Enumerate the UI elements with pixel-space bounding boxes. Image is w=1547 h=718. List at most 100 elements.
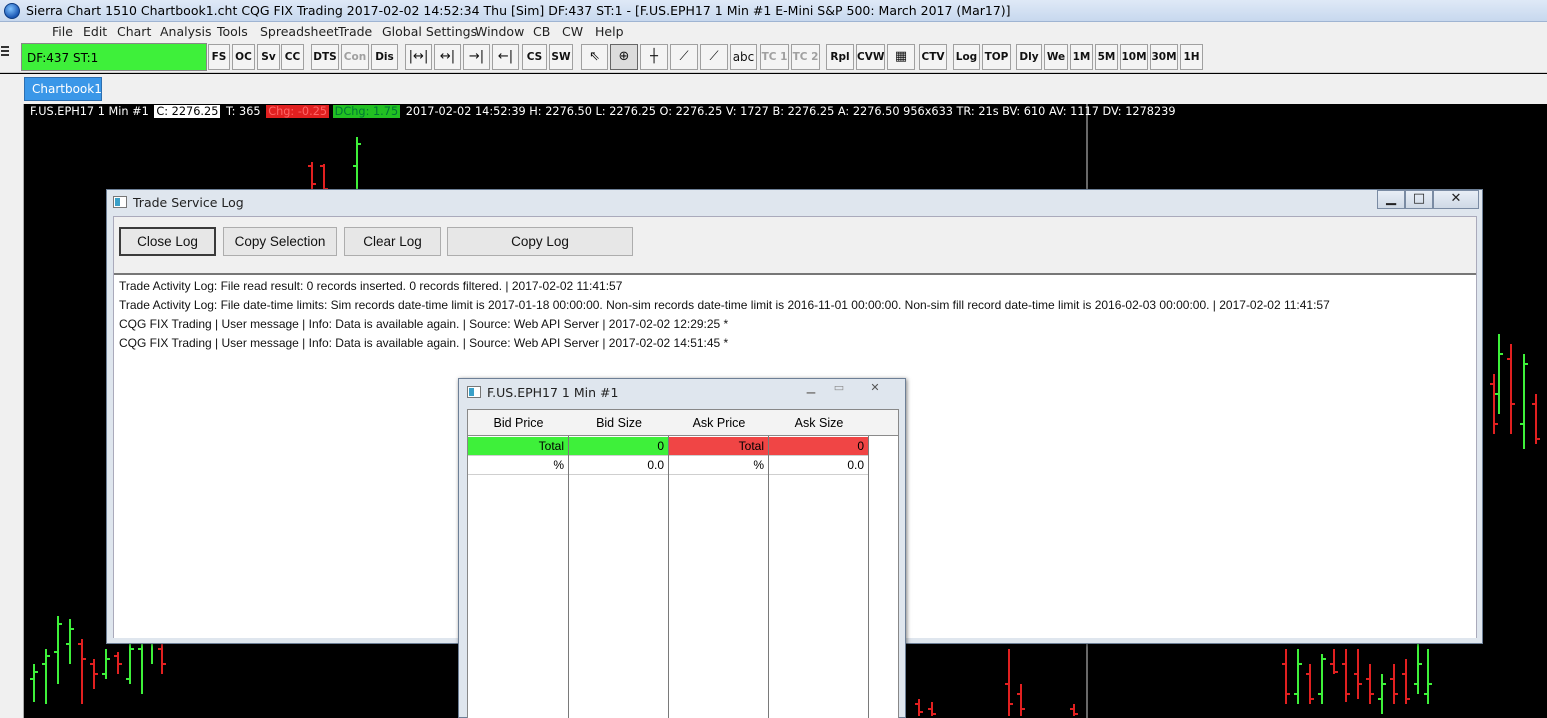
- 5m-button[interactable]: 5M: [1095, 44, 1118, 70]
- menu-edit[interactable]: Edit: [83, 24, 107, 39]
- header-ask-size[interactable]: Ask Size: [769, 410, 869, 436]
- ohlc-bar: [1507, 344, 1515, 434]
- fs-button[interactable]: FS: [208, 44, 230, 70]
- table-tool-icon[interactable]: ▦: [887, 44, 915, 70]
- dom-window-title: F.US.EPH17 1 Min #1: [487, 385, 619, 400]
- header-ask-price[interactable]: Ask Price: [669, 410, 769, 436]
- header-bid-size[interactable]: Bid Size: [569, 410, 669, 436]
- ohlc-bar: [114, 652, 122, 674]
- 30m-button[interactable]: 30M: [1150, 44, 1178, 70]
- cs-button[interactable]: CS: [522, 44, 547, 70]
- cc-button[interactable]: CC: [281, 44, 304, 70]
- menu-tools[interactable]: Tools: [217, 24, 248, 39]
- bid-percent-value: 0.0: [569, 456, 668, 475]
- ohlc-bar: [90, 659, 98, 689]
- 10m-button[interactable]: 10M: [1120, 44, 1148, 70]
- menu-cw[interactable]: CW: [562, 24, 583, 39]
- menu-global-settings[interactable]: Global Settings: [382, 24, 477, 39]
- bid-percent-label: %: [468, 456, 568, 475]
- ctv-button[interactable]: CTV: [919, 44, 947, 70]
- expand-icon[interactable]: ←|→: [492, 44, 519, 88]
- restore-icon[interactable]: ▭: [827, 381, 851, 397]
- scale-right-icon[interactable]: ↔|: [434, 44, 461, 70]
- con-button[interactable]: Con: [341, 44, 369, 70]
- cvw-button[interactable]: CVW: [856, 44, 885, 70]
- ohlc-bar: [1306, 664, 1314, 704]
- pointer-icon[interactable]: ⇖: [581, 44, 608, 70]
- copy-selection-button[interactable]: Copy Selection: [223, 227, 337, 256]
- ohlc-bar: [1414, 644, 1422, 694]
- sv-button[interactable]: Sv: [257, 44, 280, 70]
- copy-log-button[interactable]: Copy Log: [447, 227, 633, 256]
- ray-tool-icon[interactable]: ⟋: [700, 44, 728, 70]
- close-icon[interactable]: ✕: [1433, 190, 1479, 209]
- ohlc-bar: [158, 644, 166, 674]
- tc1-button[interactable]: TC 1: [760, 44, 789, 70]
- ohlc-bar: [102, 649, 110, 679]
- header-bid-price[interactable]: Bid Price: [468, 410, 569, 436]
- menu-window[interactable]: Window: [475, 24, 524, 39]
- ohlc-bar: [1495, 334, 1503, 414]
- ohlc-bar: [126, 644, 134, 684]
- ohlc-bar: [1532, 394, 1540, 444]
- tc2-button[interactable]: TC 2: [791, 44, 820, 70]
- menu-spreadsheet[interactable]: Spreadsheet: [260, 24, 339, 39]
- menu-analysis[interactable]: Analysis: [160, 24, 212, 39]
- menu-trade[interactable]: Trade: [338, 24, 372, 39]
- menu-cb[interactable]: CB: [533, 24, 550, 39]
- scale-left-icon[interactable]: |↔|: [405, 44, 432, 70]
- ohlc-bar: [1490, 374, 1498, 434]
- maximize-icon[interactable]: □: [1405, 190, 1433, 209]
- cursor-cross-icon[interactable]: ┼: [640, 44, 668, 70]
- 1m-button[interactable]: 1M: [1070, 44, 1093, 70]
- chart-trades: T: 365: [226, 105, 261, 118]
- toolbar-grip-icon[interactable]: [0, 44, 10, 60]
- ohlc-bar: [1330, 649, 1338, 674]
- ask-percent-value: 0.0: [769, 456, 868, 475]
- dom-grid[interactable]: Bid Price Bid Size Ask Price Ask Size To…: [467, 409, 899, 718]
- ohlc-bar: [66, 619, 74, 664]
- minimize-icon[interactable]: ▁: [799, 381, 823, 397]
- dly-button[interactable]: Dly: [1016, 44, 1042, 70]
- chart-close: C: 2276.25: [154, 105, 221, 118]
- ohlc-bar: [54, 616, 62, 684]
- header-extra: [869, 410, 898, 436]
- menu-chart[interactable]: Chart: [117, 24, 151, 39]
- title-bar: Sierra Chart 1510 Chartbook1.cht CQG FIX…: [0, 0, 1547, 22]
- rpl-button[interactable]: Rpl: [826, 44, 854, 70]
- chartbook-tab-row: Chartbook1: [0, 74, 1547, 104]
- oc-button[interactable]: OC: [232, 44, 255, 70]
- log-button[interactable]: Log: [953, 44, 980, 70]
- compress-icon[interactable]: →|←: [463, 44, 490, 88]
- ask-total-label: Total: [669, 437, 768, 456]
- clear-log-button[interactable]: Clear Log: [344, 227, 441, 256]
- ohlc-bar: [928, 702, 936, 716]
- menu-help[interactable]: Help: [595, 24, 624, 39]
- close-log-button[interactable]: Close Log: [119, 227, 216, 256]
- chart-symbol: F.US.EPH17 1 Min #1: [30, 105, 149, 118]
- top-button[interactable]: TOP: [982, 44, 1011, 70]
- status-box: DF:437 ST:1: [21, 43, 207, 71]
- sw-button[interactable]: SW: [549, 44, 573, 70]
- chart-change: Chg: -0.25: [266, 105, 330, 118]
- dts-button[interactable]: DTS: [311, 44, 339, 70]
- line-tool-icon[interactable]: ⟋: [670, 44, 698, 70]
- minimize-icon[interactable]: ▁: [1377, 190, 1405, 209]
- dis-button[interactable]: Dis: [371, 44, 398, 70]
- close-icon[interactable]: ✕: [863, 381, 887, 397]
- text-tool-button[interactable]: abc: [730, 44, 757, 70]
- window-icon: [467, 386, 481, 398]
- chart-info-bar: F.US.EPH17 1 Min #1 C: 2276.25 T: 365 Ch…: [28, 105, 1178, 120]
- ohlc-bar: [320, 164, 328, 192]
- crosshair-icon[interactable]: ⊕: [610, 44, 638, 70]
- toolbar: DF:437 ST:1 FS OC Sv CC DTS Con Dis |↔| …: [0, 41, 1547, 88]
- window-icon: [113, 196, 127, 208]
- ohlc-bar: [1424, 649, 1432, 704]
- menu-file[interactable]: File: [52, 24, 73, 39]
- dom-window: F.US.EPH17 1 Min #1 ▁ ▭ ✕ Bid Price Bid …: [458, 378, 906, 718]
- tab-chartbook1[interactable]: Chartbook1: [24, 77, 102, 101]
- log-line: CQG FIX Trading | User message | Info: D…: [119, 336, 729, 350]
- we-button[interactable]: We: [1044, 44, 1068, 70]
- ohlc-bar: [915, 699, 923, 716]
- 1h-button[interactable]: 1H: [1180, 44, 1203, 70]
